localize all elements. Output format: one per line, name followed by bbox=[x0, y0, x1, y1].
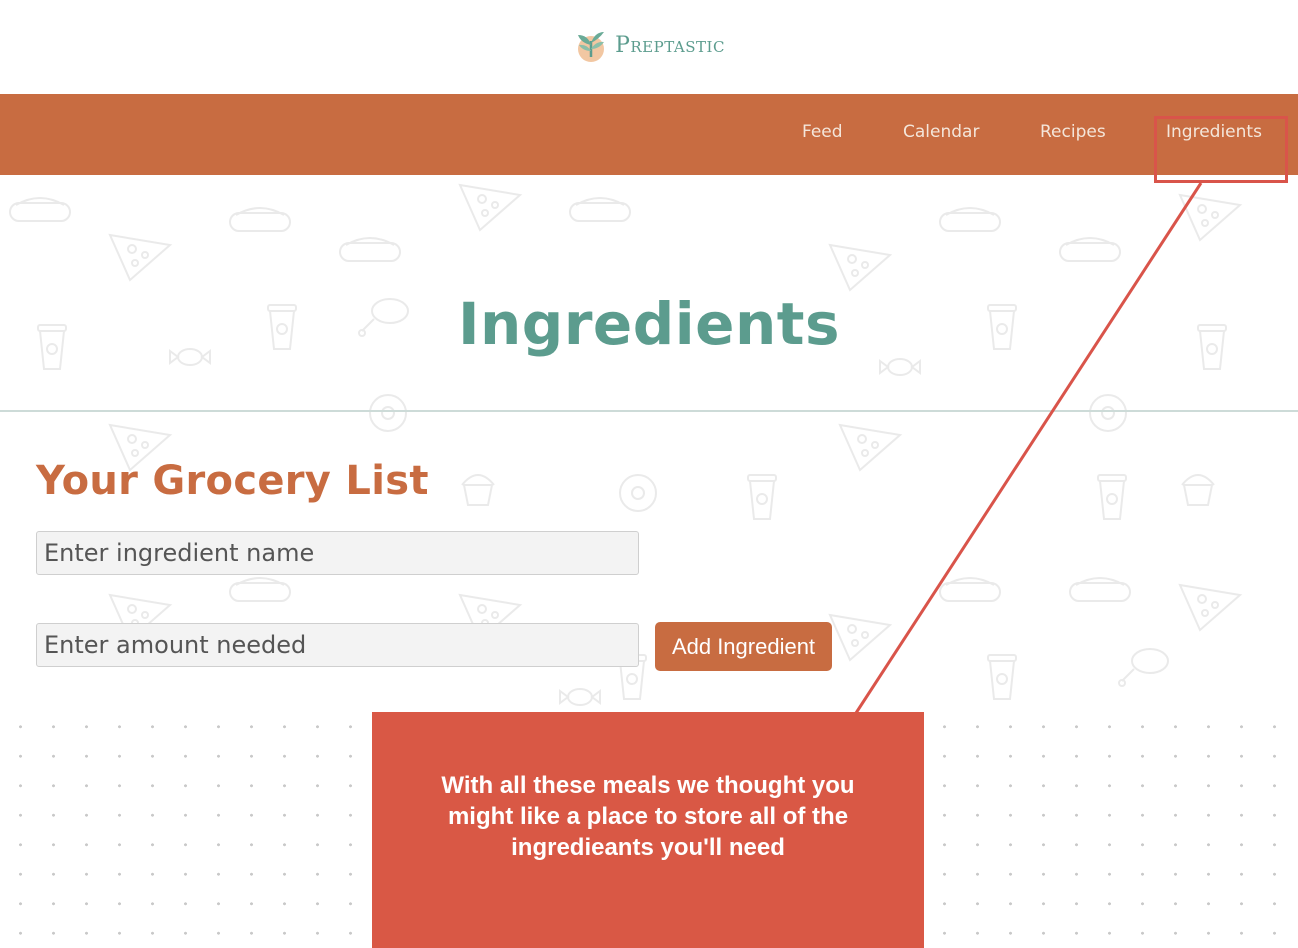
page-title: Ingredients bbox=[457, 290, 841, 358]
nav-item-feed[interactable]: Feed bbox=[802, 122, 843, 142]
ingredients-nav-highlight bbox=[1154, 116, 1288, 183]
nav-item-recipes[interactable]: Recipes bbox=[1040, 122, 1106, 142]
title-divider bbox=[0, 410, 1298, 412]
logo-bar: Preptastic bbox=[0, 0, 1298, 94]
website-screenshot: Preptastic Feed Calendar Recipes Ingredi… bbox=[0, 0, 1298, 712]
brand-name: Preptastic bbox=[615, 32, 725, 58]
grocery-list-heading: Your Grocery List bbox=[36, 458, 429, 504]
amount-needed-input[interactable] bbox=[36, 623, 639, 667]
add-ingredient-button[interactable]: Add Ingredient bbox=[655, 622, 832, 671]
annotation-text: With all these meals we thought you migh… bbox=[441, 771, 855, 861]
nav-item-calendar[interactable]: Calendar bbox=[903, 122, 979, 142]
main-nav: Feed Calendar Recipes Ingredients bbox=[0, 94, 1298, 175]
ingredient-name-input[interactable] bbox=[36, 531, 639, 575]
leaf-logo-icon bbox=[578, 32, 605, 62]
brand-logo[interactable]: Preptastic bbox=[573, 27, 725, 63]
annotation-callout: With all these meals we thought you migh… bbox=[372, 712, 924, 948]
